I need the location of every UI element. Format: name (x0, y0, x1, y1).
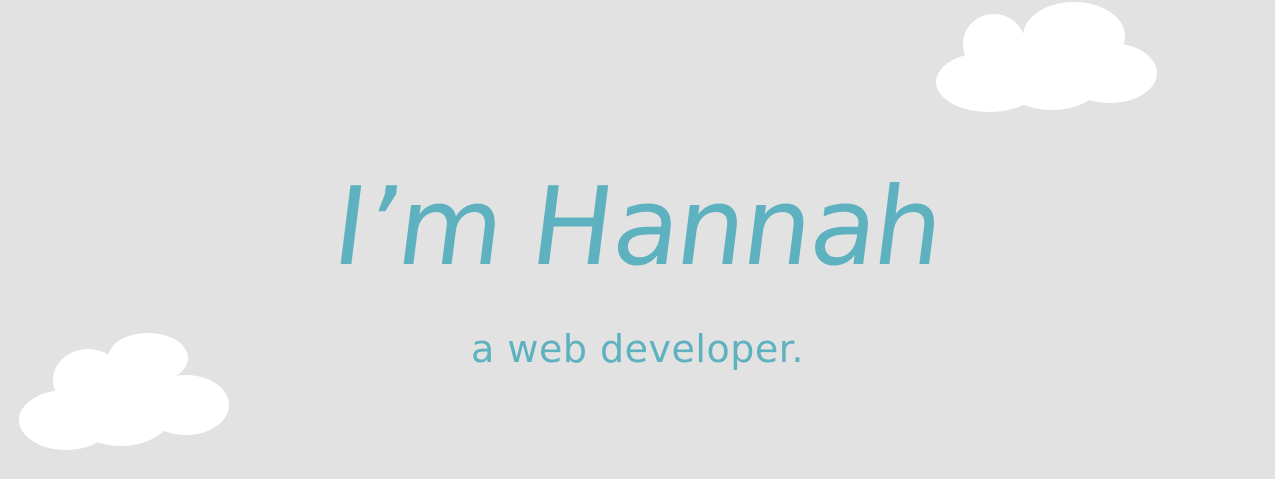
hero-headline: I’m Hannah (330, 165, 945, 290)
cloud-icon (934, 0, 1160, 114)
hero-section: I’m Hannah a web developer. (0, 0, 1275, 479)
hero-subheadline: a web developer. (471, 327, 804, 371)
